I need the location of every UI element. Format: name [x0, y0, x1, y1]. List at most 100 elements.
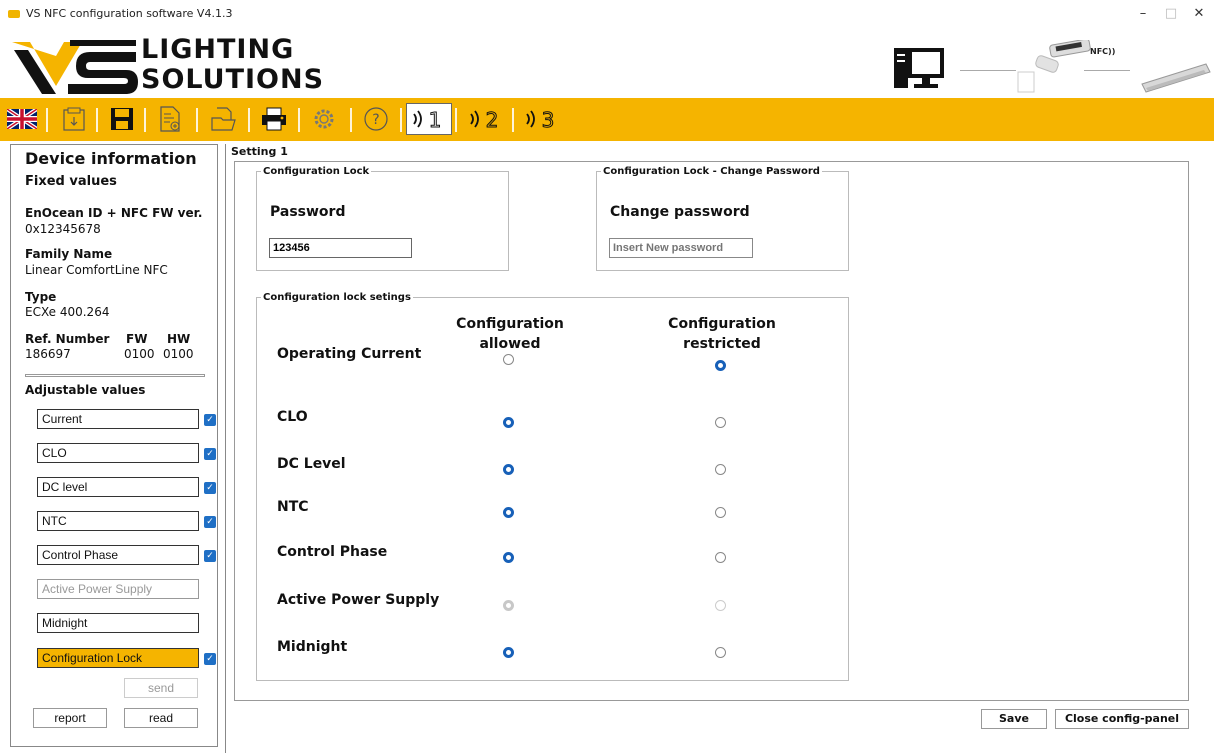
- password-input[interactable]: [269, 238, 412, 258]
- fw-label: FW: [126, 332, 148, 346]
- adjustable-checkbox[interactable]: ✓: [204, 448, 216, 460]
- lock-row-label: Operating Current: [277, 346, 422, 362]
- adjustable-field[interactable]: Active Power Supply: [37, 579, 199, 599]
- save-file-button[interactable]: [106, 103, 138, 135]
- change-password-label: Change password: [610, 204, 750, 220]
- print-button[interactable]: [258, 103, 290, 135]
- fw-value: 0100: [124, 347, 155, 361]
- save-icon: [111, 108, 133, 130]
- connector-line: [960, 70, 1016, 71]
- app-icon: [8, 10, 20, 18]
- lock-row-label: CLO: [277, 409, 308, 425]
- adjustable-checkbox[interactable]: ✓: [204, 550, 216, 562]
- language-button[interactable]: [6, 103, 38, 135]
- radio-allowed[interactable]: [503, 417, 514, 428]
- adjustable-field[interactable]: DC level: [37, 477, 199, 497]
- radio-allowed: [503, 600, 514, 611]
- printer-icon: [262, 107, 286, 131]
- save-button[interactable]: Save: [981, 709, 1047, 729]
- family-value: Linear ComfortLine NFC: [25, 263, 168, 277]
- new-document-button[interactable]: [154, 103, 186, 135]
- close-config-panel-button[interactable]: Close config-panel: [1055, 709, 1189, 729]
- radio-restricted[interactable]: [715, 507, 726, 518]
- lock-row-label: DC Level: [277, 456, 346, 472]
- computer-icon: [894, 48, 944, 88]
- ref-number-label: Ref. Number: [25, 332, 110, 346]
- minimize-button[interactable]: –: [1132, 4, 1154, 24]
- toolbar-separator: [298, 108, 300, 132]
- toolbar-separator: [248, 108, 250, 132]
- download-icon: [63, 107, 85, 131]
- brand-line-2: SOLUTIONS: [141, 64, 325, 95]
- connector-line-2: [1084, 70, 1130, 71]
- panel-divider: [225, 144, 226, 753]
- setting-3-button[interactable]: 3: [520, 103, 564, 135]
- brand-header: LIGHTING SOLUTIONS NFC)): [0, 30, 1214, 98]
- toolbar: ? 1 2 3: [0, 98, 1214, 141]
- adjustable-field[interactable]: Control Phase: [37, 545, 199, 565]
- help-icon: ?: [364, 107, 388, 131]
- toolbar-separator: [350, 108, 352, 132]
- adjustable-field[interactable]: Current: [37, 409, 199, 429]
- nfc-reader-icon: [1017, 40, 1091, 93]
- ref-number-value: 186697: [25, 347, 71, 361]
- enocean-value: 0x12345678: [25, 222, 101, 236]
- settings-button[interactable]: [308, 103, 340, 135]
- radio-restricted[interactable]: [715, 464, 726, 475]
- maximize-button[interactable]: □: [1160, 4, 1182, 24]
- setting-2-digit: 2: [486, 108, 499, 132]
- lock-row-label: Active Power Supply: [277, 592, 440, 608]
- vs-logo-icon: [12, 40, 138, 94]
- nfc-setting-1-icon: 1: [413, 108, 442, 132]
- radio-restricted[interactable]: [715, 552, 726, 563]
- col-restricted-heading: Configuration restricted: [668, 316, 776, 352]
- setting-title: Setting 1: [231, 145, 288, 158]
- radio-restricted[interactable]: [715, 647, 726, 658]
- adjustable-checkbox[interactable]: ✓: [204, 482, 216, 494]
- radio-allowed[interactable]: [503, 552, 514, 563]
- uk-flag-icon: [7, 109, 37, 129]
- brand-line-1: LIGHTING: [141, 34, 295, 65]
- hw-value: 0100: [163, 347, 194, 361]
- led-driver-icon: [1141, 63, 1211, 93]
- open-folder-button[interactable]: [208, 103, 240, 135]
- setting-2-button[interactable]: 2: [464, 103, 508, 135]
- setting-3-digit: 3: [542, 108, 555, 132]
- adjustable-checkbox[interactable]: ✓: [204, 414, 216, 426]
- radio-restricted[interactable]: [715, 360, 726, 371]
- adjustable-checkbox[interactable]: ✓: [204, 516, 216, 528]
- fixed-values-heading: Fixed values: [25, 174, 117, 189]
- send-button[interactable]: send: [124, 678, 198, 698]
- setting-1-button[interactable]: 1: [406, 103, 452, 135]
- hw-label: HW: [167, 332, 191, 346]
- adjustable-checkbox[interactable]: ✓: [204, 653, 216, 665]
- help-button[interactable]: ?: [360, 103, 392, 135]
- nfc-badge: NFC)): [1090, 47, 1116, 56]
- setting-1-digit: 1: [429, 108, 442, 132]
- download-button[interactable]: [58, 103, 90, 135]
- device-info-panel: Device information Fixed values EnOcean …: [10, 144, 218, 747]
- adjustable-field[interactable]: Configuration Lock: [37, 648, 199, 668]
- config-lock-legend: Configuration Lock: [263, 166, 370, 177]
- close-window-button[interactable]: ✕: [1188, 4, 1210, 24]
- password-label: Password: [270, 204, 346, 220]
- enocean-label: EnOcean ID + NFC FW ver.: [25, 206, 203, 220]
- new-password-input[interactable]: [609, 238, 753, 258]
- radio-restricted[interactable]: [715, 417, 726, 428]
- change-password-legend: Configuration Lock - Change Password: [603, 166, 820, 177]
- radio-allowed[interactable]: [503, 354, 514, 365]
- radio-allowed[interactable]: [503, 507, 514, 518]
- lock-settings-legend: Configuration lock setings: [263, 292, 411, 303]
- radio-allowed[interactable]: [503, 464, 514, 475]
- read-button[interactable]: read: [124, 708, 198, 728]
- report-button[interactable]: report: [33, 708, 107, 728]
- toolbar-separator: [512, 108, 514, 132]
- toolbar-separator: [196, 108, 198, 132]
- folder-open-icon: [211, 107, 236, 131]
- lock-row-label: Midnight: [277, 639, 348, 655]
- adjustable-field[interactable]: NTC: [37, 511, 199, 531]
- adjustable-field[interactable]: CLO: [37, 443, 199, 463]
- family-label: Family Name: [25, 247, 113, 261]
- adjustable-field[interactable]: Midnight: [37, 613, 199, 633]
- radio-allowed[interactable]: [503, 647, 514, 658]
